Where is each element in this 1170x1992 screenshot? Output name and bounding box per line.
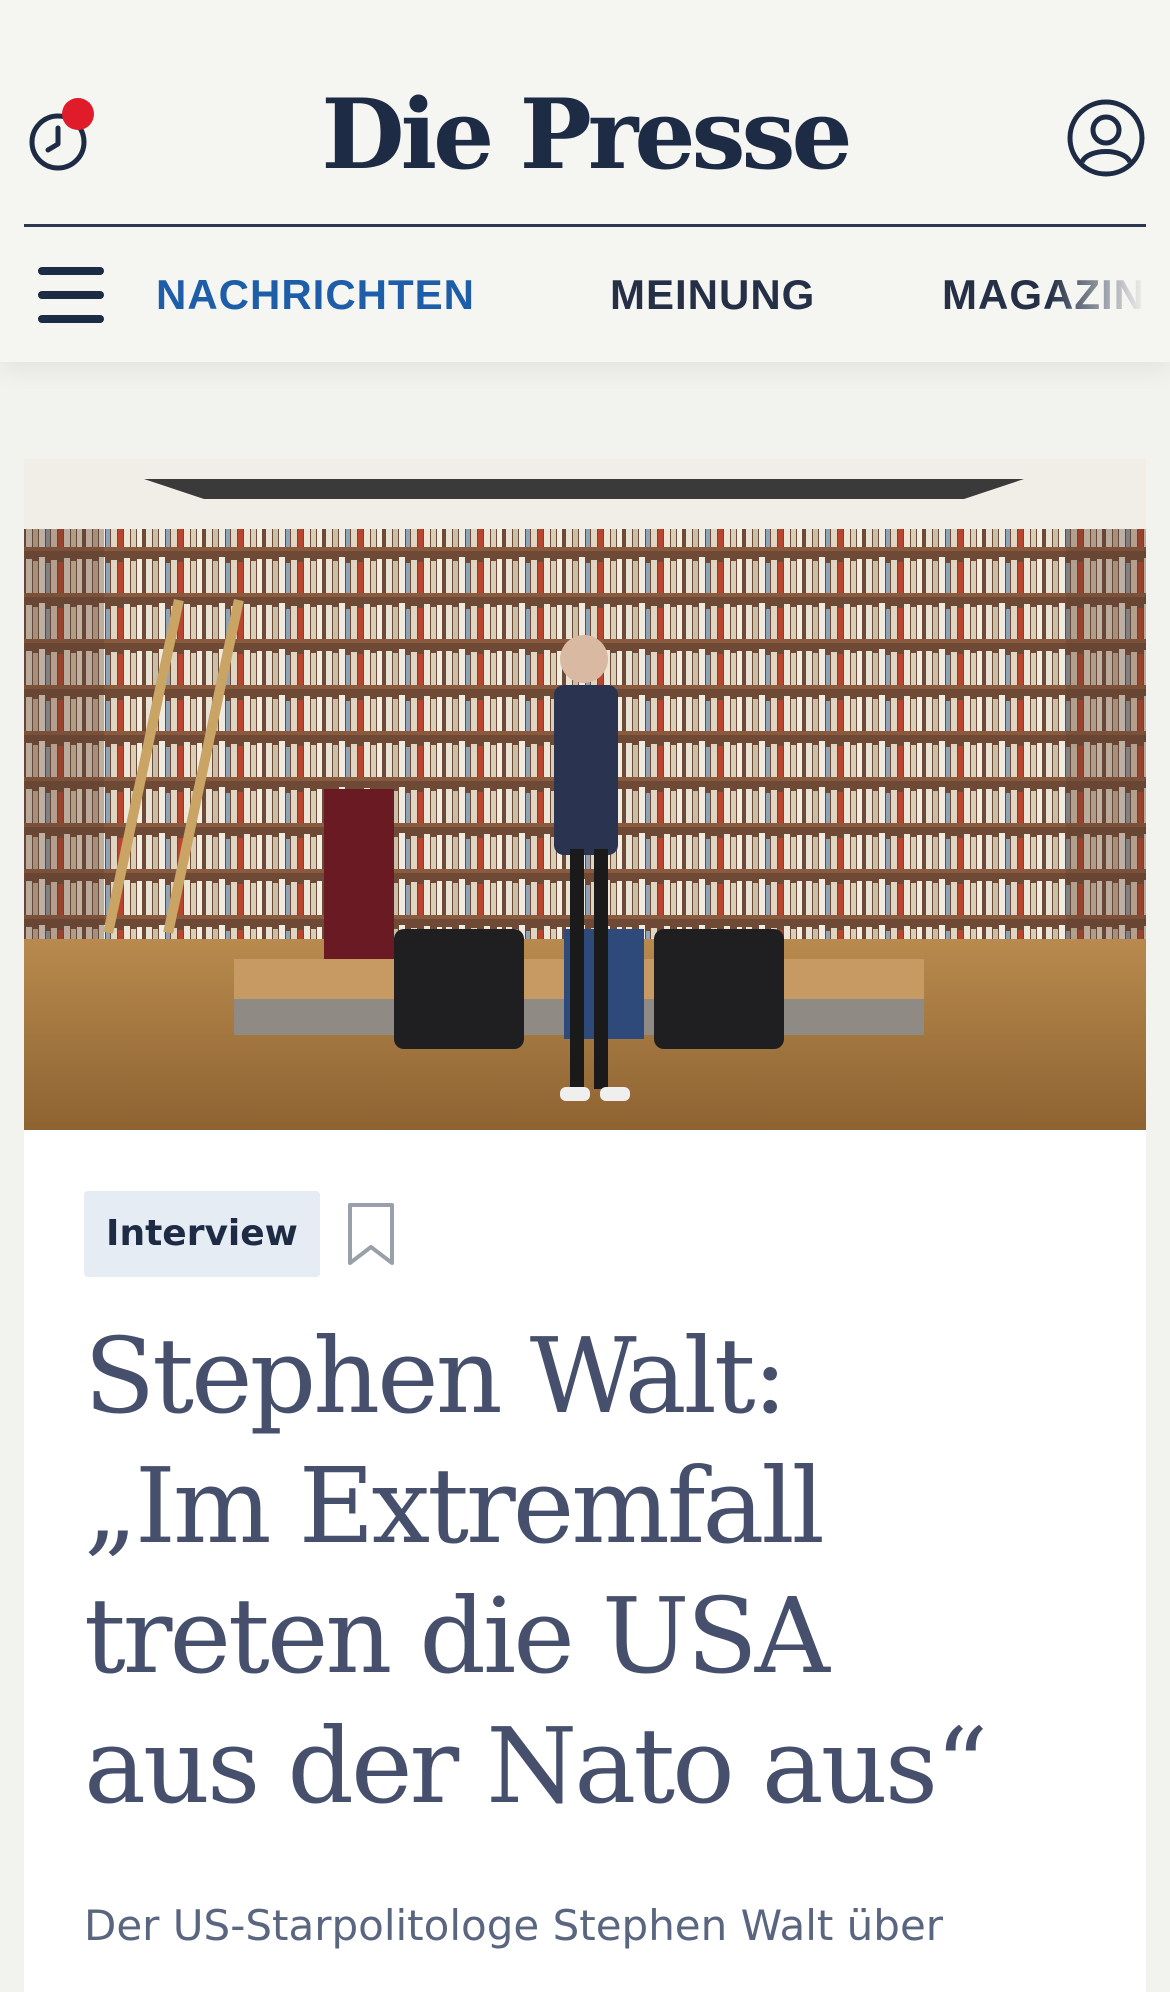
site-logo[interactable]: Die Presse bbox=[0, 80, 1170, 190]
article-lead: Der US-Starpolitologe Stephen Walt über bbox=[84, 1901, 944, 1950]
article-headline[interactable]: Stephen Walt: „Im Extremfall treten die … bbox=[84, 1311, 1064, 1831]
menu-button[interactable] bbox=[38, 267, 106, 323]
headline-line: Stephen Walt: bbox=[84, 1315, 788, 1437]
profile-button[interactable] bbox=[1066, 98, 1146, 178]
site-header: Die Presse NACHRICHTEN MEINUNG MAGAZIN bbox=[0, 0, 1170, 362]
bookmark-icon bbox=[348, 1203, 394, 1265]
hamburger-bar bbox=[38, 315, 104, 323]
headline-line: aus der Nato aus“ bbox=[84, 1705, 988, 1827]
nav-item-meinung[interactable]: MEINUNG bbox=[610, 269, 815, 321]
article-card[interactable]: Interview Stephen Walt: „Im Extremfall t… bbox=[24, 459, 1146, 1992]
headline-line: treten die USA bbox=[84, 1575, 830, 1697]
headline-line: „Im Extremfall bbox=[84, 1445, 825, 1567]
user-profile-icon bbox=[1067, 99, 1145, 177]
main-nav: NACHRICHTEN MEINUNG MAGAZIN bbox=[0, 227, 1170, 362]
interview-tag[interactable]: Interview bbox=[84, 1191, 320, 1277]
hamburger-bar bbox=[38, 291, 104, 299]
hero-image bbox=[24, 459, 1146, 1130]
nav-scroll-fade bbox=[1050, 227, 1170, 362]
bookmark-button[interactable] bbox=[344, 1201, 398, 1269]
hamburger-menu-icon bbox=[38, 267, 104, 275]
nav-item-nachrichten[interactable]: NACHRICHTEN bbox=[156, 269, 475, 321]
